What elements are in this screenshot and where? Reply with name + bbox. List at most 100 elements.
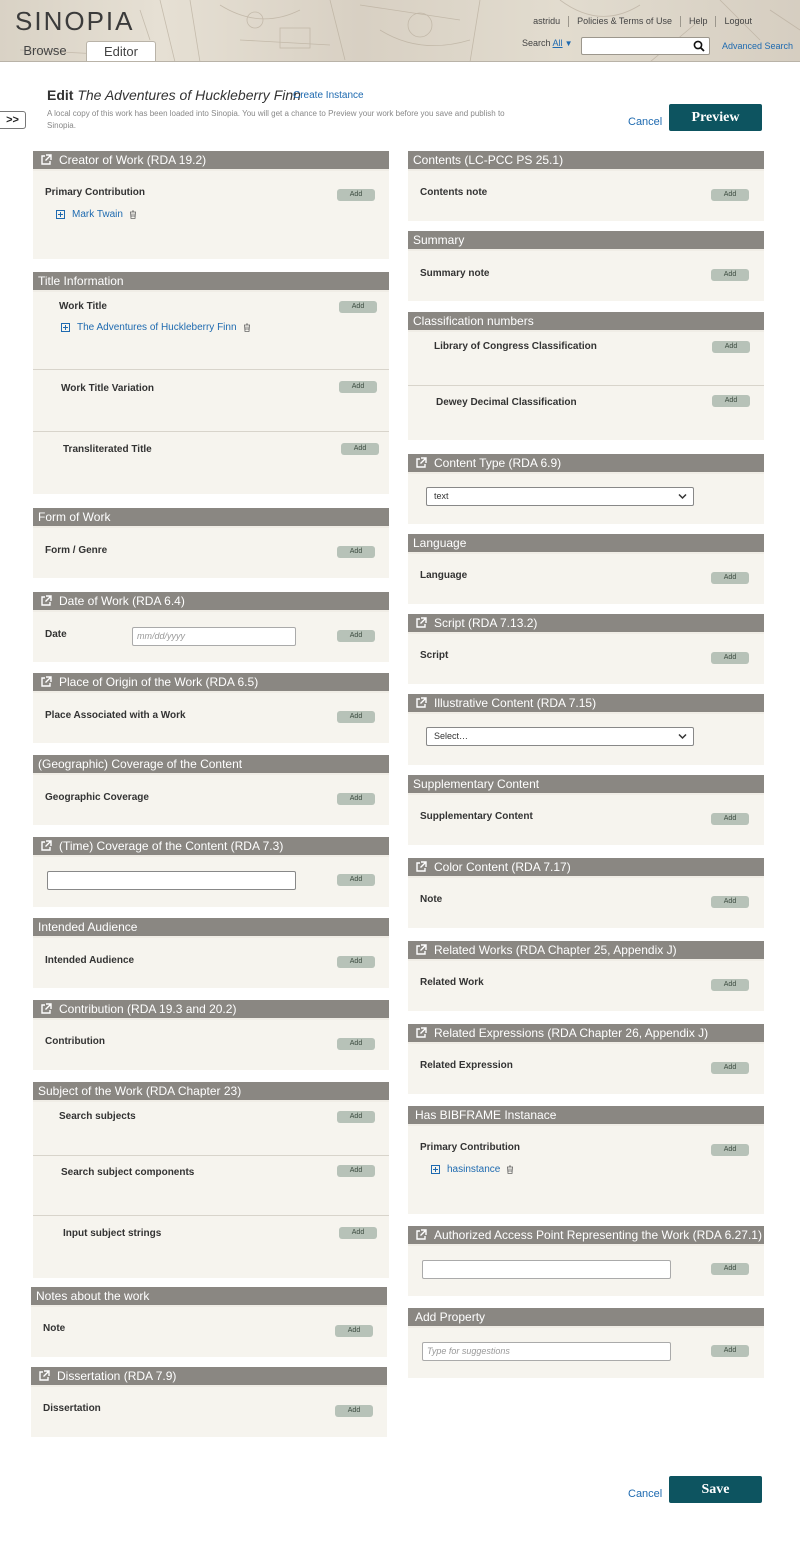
external-link-icon[interactable]: [415, 697, 427, 709]
panel-header: Notes about the work: [31, 1287, 387, 1307]
add-button[interactable]: Add: [339, 1227, 377, 1239]
search-input[interactable]: [581, 37, 710, 55]
external-link-icon[interactable]: [415, 617, 427, 629]
add-button[interactable]: Add: [337, 793, 375, 805]
expand-icon[interactable]: [431, 1165, 440, 1174]
add-button[interactable]: Add: [335, 1405, 373, 1417]
value-link[interactable]: The Adventures of Huckleberry Finn: [77, 322, 237, 333]
add-button[interactable]: Add: [337, 874, 375, 886]
add-button[interactable]: Add: [711, 1345, 749, 1357]
advanced-search-link[interactable]: Advanced Search: [722, 41, 793, 51]
sinopia-logo[interactable]: SINOPIA: [15, 6, 134, 37]
property-label: Primary Contribution: [45, 187, 146, 198]
expand-icon[interactable]: [56, 210, 65, 219]
create-instance-link[interactable]: Create Instance: [293, 90, 364, 101]
external-link-icon[interactable]: [415, 1027, 427, 1039]
panel-contribution: Contribution (RDA 19.3 and 20.2) Contrib…: [33, 1000, 389, 1070]
add-button[interactable]: Add: [711, 1263, 749, 1275]
external-link-icon[interactable]: [415, 1229, 427, 1241]
add-button[interactable]: Add: [711, 813, 749, 825]
panel-title: Related Expressions (RDA Chapter 26, App…: [434, 1026, 709, 1040]
value-link[interactable]: hasinstance: [447, 1164, 500, 1175]
panel-contents: Contents (LC-PCC PS 25.1) Contents note …: [408, 151, 764, 221]
panel-title: Dissertation (RDA 7.9): [57, 1369, 177, 1383]
value-link[interactable]: Mark Twain: [72, 209, 123, 220]
trash-icon[interactable]: [129, 210, 137, 219]
top-nav: astridu Policies & Terms of Use Help Log…: [525, 16, 760, 27]
cancel-link-top[interactable]: Cancel: [628, 116, 662, 128]
user-menu[interactable]: astridu: [525, 16, 568, 27]
external-link-icon[interactable]: [38, 1370, 50, 1382]
add-button[interactable]: Add: [337, 956, 375, 968]
add-button[interactable]: Add: [711, 189, 749, 201]
logout-link[interactable]: Logout: [715, 16, 760, 27]
tab-browse[interactable]: Browse: [10, 41, 80, 61]
add-button[interactable]: Add: [339, 381, 377, 393]
external-link-icon[interactable]: [40, 676, 52, 688]
external-link-icon[interactable]: [40, 840, 52, 852]
access-point-input[interactable]: [422, 1260, 671, 1279]
add-button[interactable]: Add: [712, 395, 750, 407]
add-button[interactable]: Add: [711, 572, 749, 584]
panel-creator-of-work: Creator of Work (RDA 19.2) Primary Contr…: [33, 151, 389, 259]
add-button[interactable]: Add: [341, 443, 379, 455]
save-button[interactable]: Save: [669, 1476, 762, 1503]
time-coverage-input[interactable]: [47, 871, 296, 890]
external-link-icon[interactable]: [415, 457, 427, 469]
panel-related-works: Related Works (RDA Chapter 25, Appendix …: [408, 941, 764, 1011]
external-link-icon[interactable]: [40, 154, 52, 166]
search-icon[interactable]: [693, 40, 705, 52]
external-link-icon[interactable]: [415, 861, 427, 873]
property-label: Related Expression: [420, 1060, 513, 1071]
add-button[interactable]: Add: [337, 546, 375, 558]
add-button[interactable]: Add: [337, 189, 375, 201]
panel-subject-of-work: Subject of the Work (RDA Chapter 23) Sea…: [33, 1082, 389, 1278]
panel-header: Dissertation (RDA 7.9): [31, 1367, 387, 1387]
add-button[interactable]: Add: [712, 341, 750, 353]
policies-link[interactable]: Policies & Terms of Use: [568, 16, 680, 27]
preview-button[interactable]: Preview: [669, 104, 762, 131]
panel-add-property: Add Property Type for suggestions Add: [408, 1308, 764, 1378]
add-button[interactable]: Add: [337, 630, 375, 642]
panel-header: Color Content (RDA 7.17): [408, 858, 764, 878]
chevron-down-icon: [678, 493, 687, 500]
external-link-icon[interactable]: [40, 595, 52, 607]
external-link-icon[interactable]: [40, 1003, 52, 1015]
add-button[interactable]: Add: [711, 896, 749, 908]
search-scope-dropdown[interactable]: Search All ▼: [522, 38, 572, 48]
add-button[interactable]: Add: [337, 1165, 375, 1177]
external-link-icon[interactable]: [415, 944, 427, 956]
add-button[interactable]: Add: [335, 1325, 373, 1337]
trash-icon[interactable]: [243, 323, 251, 332]
panel-header: Content Type (RDA 6.9): [408, 454, 764, 474]
add-button[interactable]: Add: [711, 979, 749, 991]
property-label: Dewey Decimal Classification: [436, 397, 577, 408]
expand-icon[interactable]: [61, 323, 70, 332]
panel-header: Related Expressions (RDA Chapter 26, App…: [408, 1024, 764, 1044]
add-button[interactable]: Add: [337, 711, 375, 723]
add-button[interactable]: Add: [711, 269, 749, 281]
cancel-link-bottom[interactable]: Cancel: [628, 1488, 662, 1500]
add-button[interactable]: Add: [337, 1111, 375, 1123]
add-button[interactable]: Add: [711, 1144, 749, 1156]
panel-header: Script (RDA 7.13.2): [408, 614, 764, 634]
content-type-select[interactable]: text: [426, 487, 694, 506]
add-button[interactable]: Add: [711, 652, 749, 664]
panel-header: Classification numbers: [408, 312, 764, 332]
add-button[interactable]: Add: [339, 301, 377, 313]
add-button[interactable]: Add: [711, 1062, 749, 1074]
add-button[interactable]: Add: [337, 1038, 375, 1050]
trash-icon[interactable]: [506, 1165, 514, 1174]
property-label: Contribution: [45, 1036, 105, 1047]
date-input[interactable]: mm/dd/yyyy: [132, 627, 296, 646]
panel-summary: Summary Summary note Add: [408, 231, 764, 301]
tab-editor[interactable]: Editor: [86, 41, 156, 61]
add-property-input[interactable]: Type for suggestions: [422, 1342, 671, 1361]
sidebar-toggle-button[interactable]: >>: [0, 111, 26, 129]
help-link[interactable]: Help: [679, 16, 716, 27]
divider: [408, 385, 764, 386]
panel-title: Subject of the Work (RDA Chapter 23): [38, 1084, 242, 1098]
search-scope: All: [552, 38, 563, 48]
property-label: Form / Genre: [45, 545, 108, 556]
illustrative-content-select[interactable]: Select…: [426, 727, 694, 746]
